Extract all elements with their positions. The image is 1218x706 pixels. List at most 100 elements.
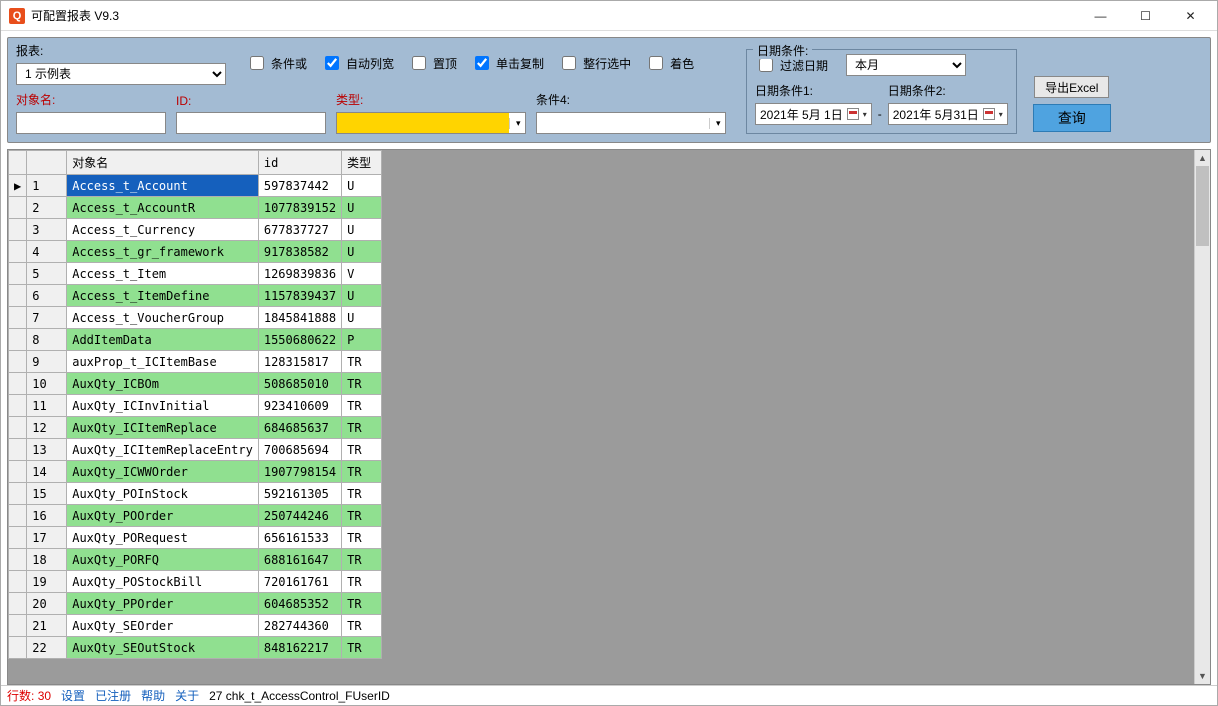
table-row[interactable]: 8AddItemData1550680622P	[9, 329, 382, 351]
cell-type[interactable]: TR	[342, 439, 382, 461]
cell-obj[interactable]: AddItemData	[67, 329, 259, 351]
table-row[interactable]: 18AuxQty_PORFQ688161647TR	[9, 549, 382, 571]
table-row[interactable]: 3Access_t_Currency677837727U	[9, 219, 382, 241]
cell-type[interactable]: V	[342, 263, 382, 285]
export-button[interactable]: 导出Excel	[1034, 76, 1109, 98]
cell-id[interactable]: 700685694	[258, 439, 341, 461]
cell-id[interactable]: 688161647	[258, 549, 341, 571]
date2-input[interactable]: 2021年 5月31日▾	[888, 103, 1008, 125]
cell-obj[interactable]: Access_t_Account	[67, 175, 259, 197]
table-row[interactable]: 11AuxQty_ICInvInitial923410609TR	[9, 395, 382, 417]
cell-obj[interactable]: auxProp_t_ICItemBase	[67, 351, 259, 373]
cell-type[interactable]: U	[342, 307, 382, 329]
cell-obj[interactable]: AuxQty_ICItemReplace	[67, 417, 259, 439]
cell-obj[interactable]: AuxQty_SEOutStock	[67, 637, 259, 659]
cell-obj[interactable]: Access_t_Currency	[67, 219, 259, 241]
table-row[interactable]: 15AuxQty_POInStock592161305TR	[9, 483, 382, 505]
check-cond-or[interactable]: 条件或	[246, 53, 307, 73]
col-id[interactable]: id	[258, 151, 341, 175]
cell-type[interactable]: TR	[342, 637, 382, 659]
cell-type[interactable]: TR	[342, 351, 382, 373]
cell-type[interactable]: TR	[342, 483, 382, 505]
cell-id[interactable]: 508685010	[258, 373, 341, 395]
check-click-copy[interactable]: 单击复制	[471, 53, 544, 73]
close-button[interactable]: ✕	[1168, 2, 1213, 30]
cell-id[interactable]: 1907798154	[258, 461, 341, 483]
check-full-row[interactable]: 整行选中	[558, 53, 631, 73]
cell-type[interactable]: TR	[342, 527, 382, 549]
report-select[interactable]: 1 示例表	[16, 63, 226, 85]
table-row[interactable]: 9auxProp_t_ICItemBase128315817TR	[9, 351, 382, 373]
cell-id[interactable]: 720161761	[258, 571, 341, 593]
registered-link[interactable]: 已注册	[95, 687, 131, 704]
cell-type[interactable]: TR	[342, 461, 382, 483]
cell-id[interactable]: 1550680622	[258, 329, 341, 351]
cell-id[interactable]: 1269839836	[258, 263, 341, 285]
table-row[interactable]: 10AuxQty_ICBOm508685010TR	[9, 373, 382, 395]
maximize-button[interactable]: ☐	[1123, 2, 1168, 30]
cell-id[interactable]: 128315817	[258, 351, 341, 373]
cell-obj[interactable]: AuxQty_ICInvInitial	[67, 395, 259, 417]
minimize-button[interactable]: —	[1078, 2, 1123, 30]
obj-input[interactable]	[16, 112, 166, 134]
cell-type[interactable]: TR	[342, 615, 382, 637]
cell-id[interactable]: 684685637	[258, 417, 341, 439]
cell-type[interactable]: TR	[342, 571, 382, 593]
cell-id[interactable]: 592161305	[258, 483, 341, 505]
cell-type[interactable]: TR	[342, 505, 382, 527]
check-auto-width[interactable]: 自动列宽	[321, 53, 394, 73]
date1-input[interactable]: 2021年 5月 1日▾	[755, 103, 872, 125]
table-row[interactable]: 2Access_t_AccountR1077839152U	[9, 197, 382, 219]
cell-obj[interactable]: Access_t_VoucherGroup	[67, 307, 259, 329]
data-grid[interactable]: 对象名 id 类型 ▶1Access_t_Account597837442U2A…	[8, 150, 382, 659]
table-row[interactable]: 13AuxQty_ICItemReplaceEntry700685694TR	[9, 439, 382, 461]
cell-obj[interactable]: AuxQty_PPOrder	[67, 593, 259, 615]
cell-type[interactable]: TR	[342, 549, 382, 571]
scroll-down-icon[interactable]: ▼	[1195, 668, 1210, 684]
cell-type[interactable]: U	[342, 241, 382, 263]
table-row[interactable]: 17AuxQty_PORequest656161533TR	[9, 527, 382, 549]
cell-type[interactable]: U	[342, 197, 382, 219]
cell-type[interactable]: TR	[342, 373, 382, 395]
cell-type[interactable]: TR	[342, 395, 382, 417]
check-colorize[interactable]: 着色	[645, 53, 694, 73]
scroll-thumb[interactable]	[1196, 166, 1209, 246]
cell-obj[interactable]: Access_t_ItemDefine	[67, 285, 259, 307]
cell-obj[interactable]: AuxQty_PORequest	[67, 527, 259, 549]
cell-type[interactable]: TR	[342, 593, 382, 615]
table-row[interactable]: 20AuxQty_PPOrder604685352TR	[9, 593, 382, 615]
help-link[interactable]: 帮助	[141, 687, 165, 704]
table-row[interactable]: 19AuxQty_POStockBill720161761TR	[9, 571, 382, 593]
col-type[interactable]: 类型	[342, 151, 382, 175]
cell-obj[interactable]: Access_t_AccountR	[67, 197, 259, 219]
table-row[interactable]: 7Access_t_VoucherGroup1845841888U	[9, 307, 382, 329]
cell-id[interactable]: 597837442	[258, 175, 341, 197]
cell-id[interactable]: 250744246	[258, 505, 341, 527]
cell-obj[interactable]: Access_t_Item	[67, 263, 259, 285]
cell-obj[interactable]: AuxQty_POOrder	[67, 505, 259, 527]
id-input[interactable]	[176, 112, 326, 134]
cell-obj[interactable]: AuxQty_SEOrder	[67, 615, 259, 637]
cell-id[interactable]: 604685352	[258, 593, 341, 615]
cell-id[interactable]: 1157839437	[258, 285, 341, 307]
cell-obj[interactable]: Access_t_gr_framework	[67, 241, 259, 263]
cell-id[interactable]: 917838582	[258, 241, 341, 263]
cell-obj[interactable]: AuxQty_PORFQ	[67, 549, 259, 571]
cell-id[interactable]: 923410609	[258, 395, 341, 417]
type-combo[interactable]: ▾	[336, 112, 526, 134]
cell-id[interactable]: 282744360	[258, 615, 341, 637]
table-row[interactable]: 21AuxQty_SEOrder282744360TR	[9, 615, 382, 637]
month-select[interactable]: 本月	[846, 54, 966, 76]
cell-id[interactable]: 1845841888	[258, 307, 341, 329]
cell-obj[interactable]: AuxQty_ICBOm	[67, 373, 259, 395]
cell-type[interactable]: P	[342, 329, 382, 351]
table-row[interactable]: ▶1Access_t_Account597837442U	[9, 175, 382, 197]
table-row[interactable]: 22AuxQty_SEOutStock848162217TR	[9, 637, 382, 659]
col-obj[interactable]: 对象名	[67, 151, 259, 175]
cell-type[interactable]: U	[342, 285, 382, 307]
table-row[interactable]: 14AuxQty_ICWWOrder1907798154TR	[9, 461, 382, 483]
scroll-up-icon[interactable]: ▲	[1195, 150, 1210, 166]
grid-area[interactable]: 对象名 id 类型 ▶1Access_t_Account597837442U2A…	[7, 149, 1211, 685]
table-row[interactable]: 16AuxQty_POOrder250744246TR	[9, 505, 382, 527]
cell-id[interactable]: 1077839152	[258, 197, 341, 219]
